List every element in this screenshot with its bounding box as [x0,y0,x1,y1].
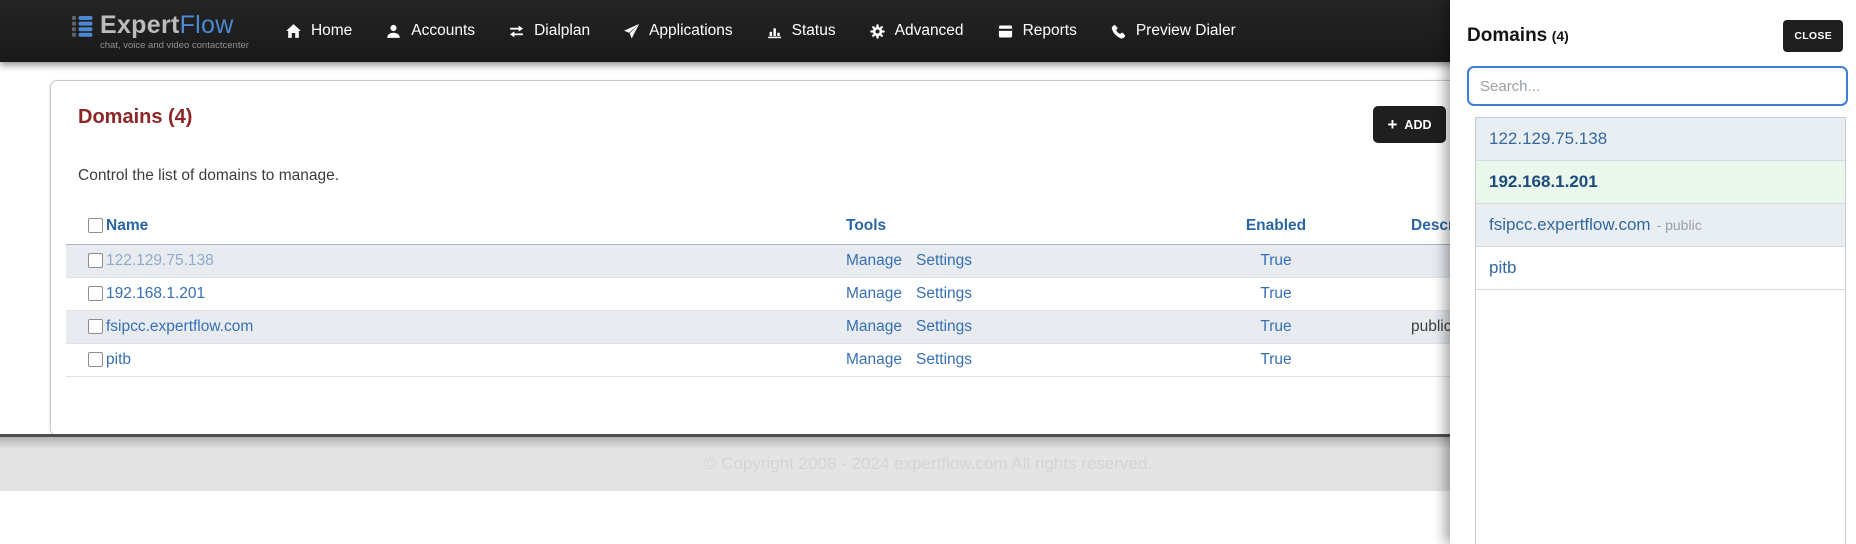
domain-name-link[interactable]: 122.129.75.138 [106,252,214,269]
address-book-icon [997,23,1014,40]
brand-logo[interactable]: ExpertFlow chat, voice and video contact… [72,12,249,51]
plus-icon: + [1387,115,1398,134]
gear-icon [869,23,886,40]
checkbox-cell [66,310,103,344]
select-all-checkbox[interactable] [88,218,103,234]
checkbox-cell [66,277,103,311]
nav-item-label: Preview Dialer [1135,22,1236,39]
column-header-enabled[interactable]: Enabled [1161,213,1391,245]
manage-link[interactable]: Manage [846,351,902,368]
name-cell: 192.168.1.201 [96,277,831,311]
checkbox-cell [66,244,103,278]
nav-item-label: Advanced [894,22,964,39]
panel-title: Domains (4) [1467,25,1569,47]
panel-title-text: Domains [1467,25,1548,46]
enabled-cell: True [1161,244,1391,278]
nav-item-accounts[interactable]: Accounts [385,22,475,40]
domain-list-item[interactable]: 122.129.75.138 [1476,118,1845,161]
domain-list-item[interactable]: fsipcc.expertflow.com - public [1476,204,1845,247]
nav-item-label: Accounts [411,22,476,39]
domain-list-item-label: fsipcc.expertflow.com [1489,215,1651,234]
row-checkbox[interactable] [88,253,103,269]
description-value: public [1411,318,1452,335]
tools-cell: Manage Settings [831,277,1161,311]
panel-title-count: (4) [1551,28,1569,44]
bar-chart-icon [766,23,783,40]
paper-plane-icon [623,23,640,40]
nav-item-label: Status [791,22,836,39]
app-root: ExpertFlow chat, voice and video contact… [0,0,1856,544]
page-description: Control the list of domains to manage. [78,167,340,184]
nav-item-label: Home [310,22,353,39]
brand-tagline: chat, voice and video contactcenter [100,39,249,51]
nav-menu: Home Accounts Dialplan Applications Status Ad… [285,22,1236,40]
settings-link[interactable]: Settings [916,351,972,368]
enabled-value: True [1260,285,1292,302]
close-button[interactable]: CLOSE [1783,20,1843,52]
domain-name-link[interactable]: 192.168.1.201 [106,285,205,302]
settings-link[interactable]: Settings [916,252,972,269]
brand-name-secondary: Flow [179,10,234,39]
brand-grid-icon [72,12,93,38]
settings-link[interactable]: Settings [916,285,972,302]
enabled-value: True [1260,252,1292,269]
column-header-name[interactable]: Name [96,213,831,245]
domain-list-item-label: 122.129.75.138 [1489,129,1608,148]
nav-item-label: Dialplan [534,22,591,39]
domain-list: 122.129.75.138 192.168.1.201 fsipcc.expert… [1475,117,1846,544]
copyright-text: © Copyright 2008 - 2024 expertflow.com A… [703,454,1153,473]
enabled-cell: True [1161,343,1391,377]
domain-list-item-label: pitb [1489,258,1517,277]
nav-item-label: Reports [1022,22,1077,39]
domain-list-item[interactable]: pitb [1476,247,1845,290]
add-button-label: ADD [1404,117,1432,132]
manage-link[interactable]: Manage [846,285,902,302]
row-checkbox[interactable] [88,352,103,368]
search-input[interactable] [1467,66,1848,106]
brand-name-primary: Expert [100,10,180,39]
user-icon [385,23,402,40]
name-cell: pitb [96,343,831,377]
tools-cell: Manage Settings [831,310,1161,344]
row-checkbox[interactable] [88,286,103,302]
settings-link[interactable]: Settings [916,318,972,335]
domain-list-item-label: 192.168.1.201 [1489,172,1598,191]
phone-icon [1110,23,1127,40]
nav-item-home[interactable]: Home [285,22,352,40]
add-button[interactable]: + ADD [1373,106,1446,143]
nav-item-reports[interactable]: Reports [997,22,1077,40]
tools-cell: Manage Settings [831,343,1161,377]
column-header-tools[interactable]: Tools [831,213,1161,245]
domain-list-item-suffix: - public [1656,217,1702,233]
nav-item-applications[interactable]: Applications [623,22,733,40]
manage-link[interactable]: Manage [846,318,902,335]
transfer-arrows-icon [508,23,525,40]
enabled-cell: True [1161,310,1391,344]
enabled-value: True [1260,318,1292,335]
page-title: Domains (4) [78,106,193,128]
domain-list-item[interactable]: 192.168.1.201 [1476,161,1845,204]
nav-item-dialplan[interactable]: Dialplan [508,22,590,40]
nav-item-preview-dialer[interactable]: Preview Dialer [1110,22,1236,40]
nav-item-status[interactable]: Status [766,22,836,40]
manage-link[interactable]: Manage [846,252,902,269]
domain-name-link[interactable]: pitb [106,351,131,368]
tools-cell: Manage Settings [831,244,1161,278]
domains-side-panel: Domains (4) CLOSE 122.129.75.138 192.168.… [1450,0,1856,544]
row-checkbox[interactable] [88,319,103,335]
home-icon [285,23,302,40]
name-cell: fsipcc.expertflow.com [96,310,831,344]
enabled-value: True [1260,351,1292,368]
nav-item-label: Applications [649,22,733,39]
checkbox-cell [66,343,103,377]
nav-item-advanced[interactable]: Advanced [869,22,964,40]
name-cell: 122.129.75.138 [96,244,831,278]
panel-header: Domains (4) CLOSE [1450,0,1856,52]
brand-text: ExpertFlow chat, voice and video contact… [100,12,249,51]
enabled-cell: True [1161,277,1391,311]
domain-name-link[interactable]: fsipcc.expertflow.com [106,318,253,335]
